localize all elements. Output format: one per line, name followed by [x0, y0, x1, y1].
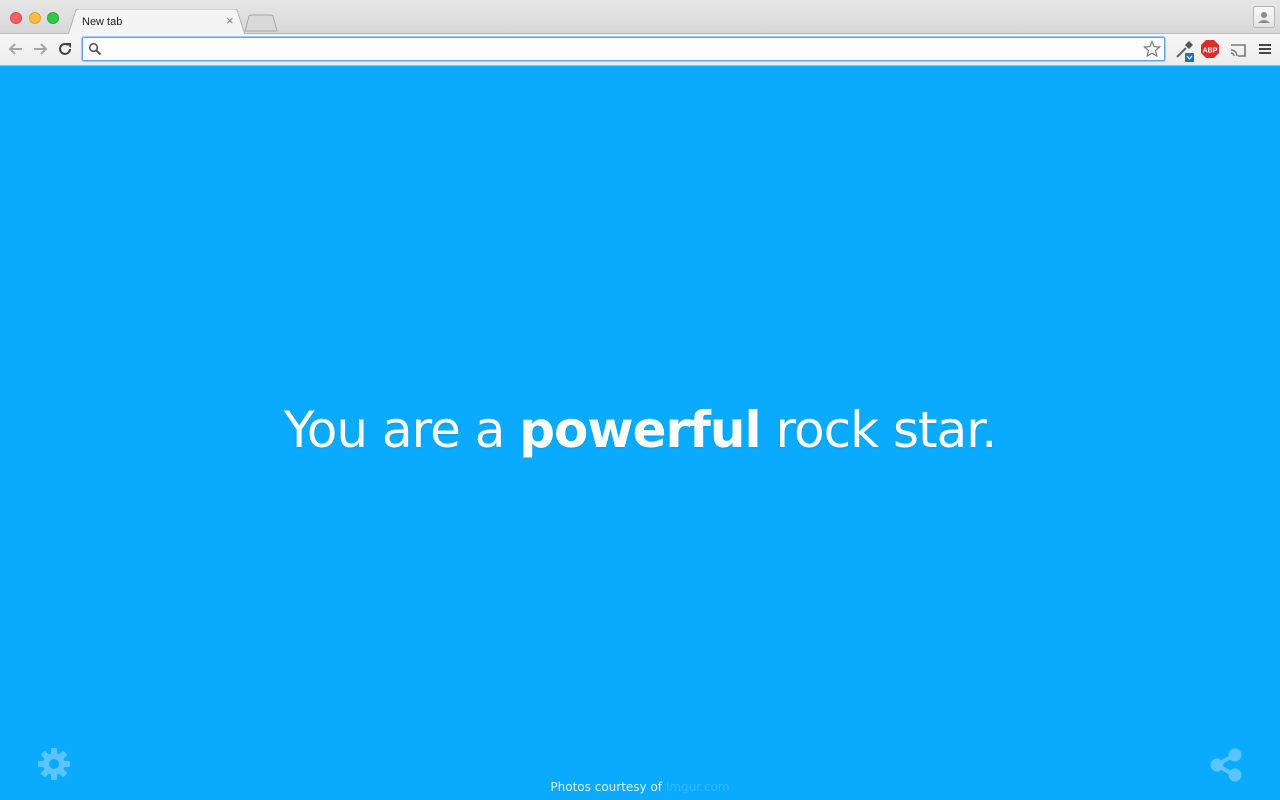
profile-icon[interactable] [1253, 6, 1275, 28]
browser-toolbar: ABP [0, 34, 1280, 66]
share-icon[interactable] [1209, 748, 1243, 782]
headline-after: rock star. [760, 401, 998, 459]
search-icon [88, 42, 102, 56]
address-input[interactable] [105, 40, 1135, 58]
headline-emphasis: powerful [519, 401, 761, 459]
new-tab-icon[interactable] [244, 14, 278, 32]
adblock-icon[interactable]: ABP [1200, 39, 1220, 59]
menu-icon[interactable] [1256, 40, 1274, 58]
adblock-label: ABP [1203, 48, 1218, 55]
back-arrow-icon[interactable] [7, 40, 25, 58]
star-icon[interactable] [1143, 40, 1161, 58]
tab-new-tab[interactable]: New tab × [68, 9, 246, 35]
person-icon [1258, 12, 1270, 23]
headline: You are a powerful rock star. [0, 401, 1280, 459]
tab-title: New tab [82, 16, 123, 28]
browser-window: New tab × ABP You are a powerful rock st… [0, 0, 1280, 800]
credit-link[interactable]: Imgur.com [666, 780, 730, 794]
eyedropper-icon[interactable] [1174, 40, 1196, 62]
photo-credit: Photos courtesy of Imgur.com [0, 780, 1280, 794]
new-tab-page: You are a powerful rock star. Photos cou… [0, 66, 1280, 800]
reload-icon[interactable] [56, 40, 74, 58]
forward-arrow-icon[interactable] [31, 40, 49, 58]
address-bar[interactable] [82, 37, 1165, 61]
tab-strip: New tab × [0, 0, 1280, 35]
tab-close-icon[interactable]: × [226, 14, 234, 27]
cast-icon[interactable] [1228, 40, 1248, 60]
headline-before: You are a [283, 401, 520, 459]
adblock-octagon: ABP [1201, 40, 1219, 58]
window-close-button[interactable] [10, 12, 22, 24]
credit-text: Photos courtesy of [550, 780, 666, 794]
window-maximize-button[interactable] [47, 12, 59, 24]
gear-icon[interactable] [37, 747, 71, 781]
window-minimize-button[interactable] [29, 12, 41, 24]
